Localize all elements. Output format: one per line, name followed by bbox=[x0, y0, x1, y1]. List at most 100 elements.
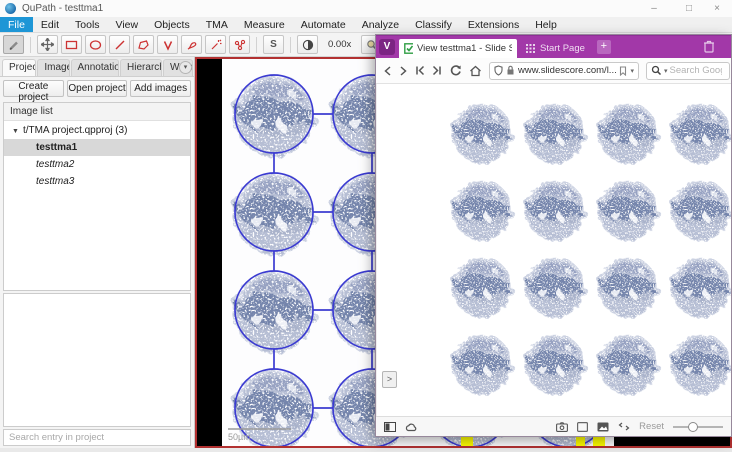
rectangle-tool-button[interactable] bbox=[61, 35, 82, 54]
menu-objects[interactable]: Objects bbox=[146, 17, 198, 32]
selection-mode-button[interactable]: S bbox=[263, 35, 284, 54]
slidescore-favicon bbox=[404, 43, 413, 54]
add-images-button[interactable]: Add images bbox=[130, 80, 191, 97]
wand-icon bbox=[210, 39, 222, 51]
address-dropdown-icon[interactable]: ▾ bbox=[630, 67, 634, 75]
fast-forward-button[interactable] bbox=[432, 65, 442, 76]
sidebar-expand-button[interactable]: > bbox=[382, 371, 397, 388]
new-tab-button[interactable]: + bbox=[597, 40, 611, 54]
menu-tools[interactable]: Tools bbox=[67, 17, 108, 32]
project-search-input[interactable] bbox=[3, 429, 191, 446]
menu-view[interactable]: View bbox=[108, 17, 147, 32]
vivaldi-menu-button[interactable]: V bbox=[379, 39, 395, 55]
home-button[interactable] bbox=[469, 65, 482, 77]
description-pane bbox=[3, 293, 191, 427]
url-text: www.slidescore.com/l... bbox=[518, 65, 616, 76]
image-list-header: Image list bbox=[4, 103, 190, 121]
browser-tab-bar: V View testtma1 - Slide Score Start Page… bbox=[376, 35, 731, 58]
tissue-core bbox=[520, 173, 590, 245]
tissue-core bbox=[520, 327, 590, 399]
move-icon bbox=[41, 38, 54, 51]
move-tool-button[interactable] bbox=[37, 35, 58, 54]
rewind-button[interactable] bbox=[415, 65, 425, 76]
page-images-button[interactable] bbox=[597, 422, 609, 432]
tab-annotations[interactable]: Annotations bbox=[71, 59, 120, 76]
tab-project[interactable]: Project bbox=[2, 59, 36, 76]
tab-hierarchy[interactable]: Hierarchy bbox=[120, 59, 162, 76]
brush-tool-button[interactable] bbox=[181, 35, 202, 54]
open-project-button[interactable]: Open project bbox=[67, 80, 128, 97]
closed-tabs-trash-button[interactable] bbox=[703, 39, 715, 53]
zoom-slider-knob[interactable] bbox=[688, 422, 698, 432]
maximize-button[interactable]: □ bbox=[676, 0, 702, 17]
ellipse-icon bbox=[89, 39, 102, 51]
tissue-core bbox=[447, 250, 517, 322]
tissue-core bbox=[593, 173, 663, 245]
browser-status-bar: Reset bbox=[376, 416, 731, 436]
search-bar[interactable]: ▾ bbox=[646, 62, 730, 80]
magnification-label: 0.00x bbox=[328, 39, 351, 50]
rectangle-icon bbox=[65, 39, 78, 51]
back-button[interactable] bbox=[383, 65, 392, 77]
zoom-slider[interactable] bbox=[673, 422, 723, 432]
search-engine-dropdown-icon[interactable]: ▾ bbox=[664, 67, 668, 75]
menu-help[interactable]: Help bbox=[527, 17, 565, 32]
tissue-core-grid bbox=[447, 96, 731, 404]
line-tool-button[interactable] bbox=[109, 35, 130, 54]
page-tiling-button[interactable] bbox=[577, 422, 588, 432]
menu-extensions[interactable]: Extensions bbox=[460, 17, 527, 32]
points-tool-button[interactable] bbox=[229, 35, 250, 54]
polyline-tool-button[interactable] bbox=[157, 35, 178, 54]
address-bar[interactable]: www.slidescore.com/l... ▾ bbox=[489, 62, 639, 80]
capture-page-button[interactable] bbox=[556, 422, 568, 432]
minimize-button[interactable]: – bbox=[641, 0, 667, 17]
image-item-testtma1[interactable]: testtma1 bbox=[4, 139, 190, 156]
pencil-icon bbox=[8, 39, 20, 51]
menu-automate[interactable]: Automate bbox=[293, 17, 354, 32]
forward-button[interactable] bbox=[399, 65, 408, 77]
brightness-contrast-button[interactable] bbox=[297, 35, 318, 54]
project-node-label: t/TMA project.qpproj (3) bbox=[23, 125, 127, 136]
menu-measure[interactable]: Measure bbox=[236, 17, 293, 32]
start-page-grid-icon bbox=[526, 44, 535, 53]
zoom-slider-track bbox=[673, 426, 723, 428]
browser-nav-bar: www.slidescore.com/l... ▾ ▾ bbox=[376, 58, 731, 84]
wand-tool-button[interactable] bbox=[205, 35, 226, 54]
menu-file[interactable]: File bbox=[0, 17, 33, 32]
image-item-testtma2[interactable]: testtma2 bbox=[4, 156, 190, 173]
tissue-core bbox=[520, 96, 590, 168]
create-project-button[interactable]: Create project bbox=[3, 80, 64, 97]
tab-view-testtma1[interactable]: View testtma1 - Slide Score bbox=[399, 39, 517, 58]
menu-bar: File Edit Tools View Objects TMA Measure… bbox=[0, 17, 732, 33]
slide-score-viewer[interactable]: > bbox=[376, 84, 731, 416]
reload-button[interactable] bbox=[449, 64, 462, 77]
sync-cloud-icon[interactable] bbox=[405, 422, 418, 432]
zoom-reset-button[interactable]: Reset bbox=[639, 421, 664, 432]
panel-toggle-button[interactable] bbox=[384, 422, 396, 432]
project-tree-root[interactable]: ▼ t/TMA project.qpproj (3) bbox=[4, 121, 190, 139]
pencil-tool-button[interactable] bbox=[3, 35, 24, 54]
close-button[interactable]: × bbox=[704, 0, 730, 17]
polyline-icon bbox=[162, 39, 174, 51]
points-icon bbox=[234, 39, 246, 51]
menu-tma[interactable]: TMA bbox=[198, 17, 236, 32]
image-item-testtma3[interactable]: testtma3 bbox=[4, 173, 190, 190]
search-engine-icon bbox=[651, 65, 662, 76]
bookmark-icon[interactable] bbox=[619, 66, 627, 76]
tab-image[interactable]: Image bbox=[37, 59, 69, 76]
tree-caret-icon[interactable]: ▼ bbox=[12, 128, 19, 135]
polygon-tool-button[interactable] bbox=[133, 35, 154, 54]
menu-edit[interactable]: Edit bbox=[33, 17, 67, 32]
tab-overflow-button[interactable]: ▾ bbox=[179, 61, 192, 74]
menu-analyze[interactable]: Analyze bbox=[354, 17, 407, 32]
selection-mode-label: S bbox=[270, 39, 277, 50]
polygon-icon bbox=[137, 39, 150, 51]
tab-start-page[interactable]: Start Page bbox=[517, 39, 594, 58]
ellipse-tool-button[interactable] bbox=[85, 35, 106, 54]
page-actions-button[interactable] bbox=[618, 422, 630, 431]
menu-classify[interactable]: Classify bbox=[407, 17, 460, 32]
tissue-core bbox=[447, 96, 517, 168]
tissue-core bbox=[447, 173, 517, 245]
search-input[interactable] bbox=[670, 65, 722, 76]
window-title: QuPath - testtma1 bbox=[22, 3, 103, 14]
